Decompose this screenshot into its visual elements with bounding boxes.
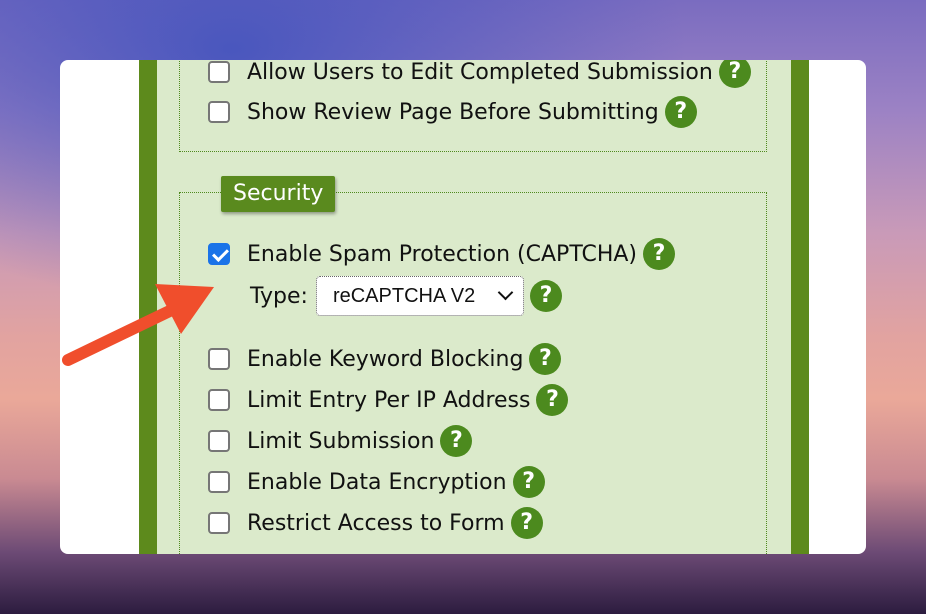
option-enable-spam-protection[interactable]: Enable Spam Protection (CAPTCHA) ? [208, 238, 676, 270]
allow-edit-completed-checkbox[interactable] [208, 61, 230, 83]
allow-edit-completed-label: Allow Users to Edit Completed Submission [247, 60, 713, 85]
enable-spam-protection-label: Enable Spam Protection (CAPTCHA) [247, 241, 638, 267]
show-review-page-checkbox[interactable] [208, 101, 230, 123]
option-show-review-page[interactable]: Show Review Page Before Submitting ? [208, 96, 697, 128]
limit-entry-per-ip-checkbox[interactable] [208, 389, 230, 411]
question-circle-icon[interactable]: ? [718, 60, 751, 88]
question-circle-icon[interactable]: ? [529, 343, 562, 375]
captcha-type-value: reCAPTCHA V2 [332, 284, 476, 307]
captcha-type-row: Type: reCAPTCHA V2 ? [250, 276, 562, 316]
enable-data-encryption-label: Enable Data Encryption [247, 469, 507, 495]
question-circle-icon[interactable]: ? [440, 425, 473, 457]
enable-keyword-blocking-checkbox[interactable] [208, 348, 230, 370]
option-allow-edit-completed[interactable]: Allow Users to Edit Completed Submission… [208, 60, 751, 88]
limit-submission-checkbox[interactable] [208, 430, 230, 452]
limit-submission-label: Limit Submission [247, 428, 435, 454]
question-circle-icon[interactable]: ? [529, 280, 562, 312]
settings-card: Security Allow Users to Edit Completed S… [60, 60, 866, 554]
enable-keyword-blocking-label: Enable Keyword Blocking [247, 346, 524, 372]
limit-entry-per-ip-label: Limit Entry Per IP Address [247, 387, 531, 413]
question-circle-icon[interactable]: ? [510, 507, 543, 539]
show-review-page-label: Show Review Page Before Submitting [247, 99, 659, 125]
option-restrict-access[interactable]: Restrict Access to Form ? [208, 507, 543, 539]
question-circle-icon[interactable]: ? [664, 96, 697, 128]
option-limit-submission[interactable]: Limit Submission ? [208, 425, 473, 457]
chevron-down-icon [497, 284, 514, 301]
option-limit-entry-per-ip[interactable]: Limit Entry Per IP Address ? [208, 384, 569, 416]
question-circle-icon[interactable]: ? [536, 384, 569, 416]
question-circle-icon[interactable]: ? [643, 238, 676, 270]
captcha-type-select[interactable]: reCAPTCHA V2 [315, 276, 524, 316]
enable-data-encryption-checkbox[interactable] [208, 471, 230, 493]
restrict-access-label: Restrict Access to Form [247, 510, 505, 536]
option-enable-data-encryption[interactable]: Enable Data Encryption ? [208, 466, 545, 498]
security-legend: Security [221, 176, 336, 212]
restrict-access-checkbox[interactable] [208, 512, 230, 534]
enable-spam-protection-checkbox[interactable] [208, 243, 230, 265]
question-circle-icon[interactable]: ? [512, 466, 545, 498]
option-enable-keyword-blocking[interactable]: Enable Keyword Blocking ? [208, 343, 562, 375]
captcha-type-label: Type: [250, 283, 308, 309]
